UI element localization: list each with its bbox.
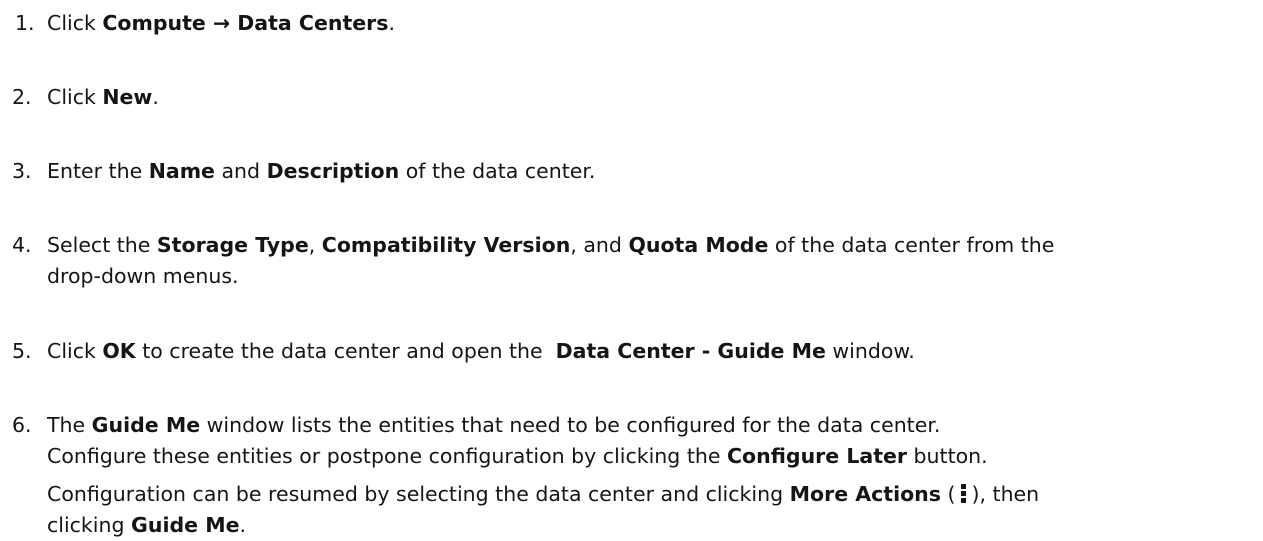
step-number: 1. — [15, 11, 35, 35]
step-text: Select the Storage Type, Compatibility V… — [47, 233, 1055, 288]
menu-path-compute-data-centers: Compute → Data Centers — [102, 11, 389, 35]
procedure-document: 1. Click Compute → Data Centers. 2. Clic… — [0, 0, 1263, 539]
step-text: Click OK to create the data center and o… — [47, 339, 915, 363]
new-button-reference: New — [102, 85, 153, 109]
more-actions-reference: More Actions — [789, 482, 941, 506]
step-number: 5. — [12, 339, 32, 363]
step-number: 3. — [12, 159, 32, 183]
step-number: 6. — [12, 413, 32, 437]
ok-button-reference: OK — [102, 339, 136, 363]
storage-type-reference: Storage Type — [156, 233, 309, 257]
quota-mode-reference: Quota Mode — [628, 233, 769, 257]
configure-later-button-reference: Configure Later — [726, 444, 908, 468]
description-field-reference: Description — [266, 159, 400, 183]
guide-me-reference: Guide Me — [131, 513, 240, 537]
step-text: Click Compute → Data Centers. — [47, 11, 395, 35]
step-text: Click New. — [47, 85, 159, 109]
guide-me-reference: Guide Me — [91, 413, 201, 437]
kebab-icon — [960, 482, 967, 504]
step-text: The Guide Me window lists the entities t… — [47, 413, 1040, 537]
guide-me-window-reference: Data Center - Guide Me — [555, 339, 826, 363]
step-number: 2. — [12, 85, 32, 109]
step-text: Enter the Name and Description of the da… — [47, 159, 596, 183]
compatibility-version-reference: Compatibility Version — [321, 233, 571, 257]
step-number: 4. — [12, 233, 32, 257]
name-field-reference: Name — [148, 159, 215, 183]
